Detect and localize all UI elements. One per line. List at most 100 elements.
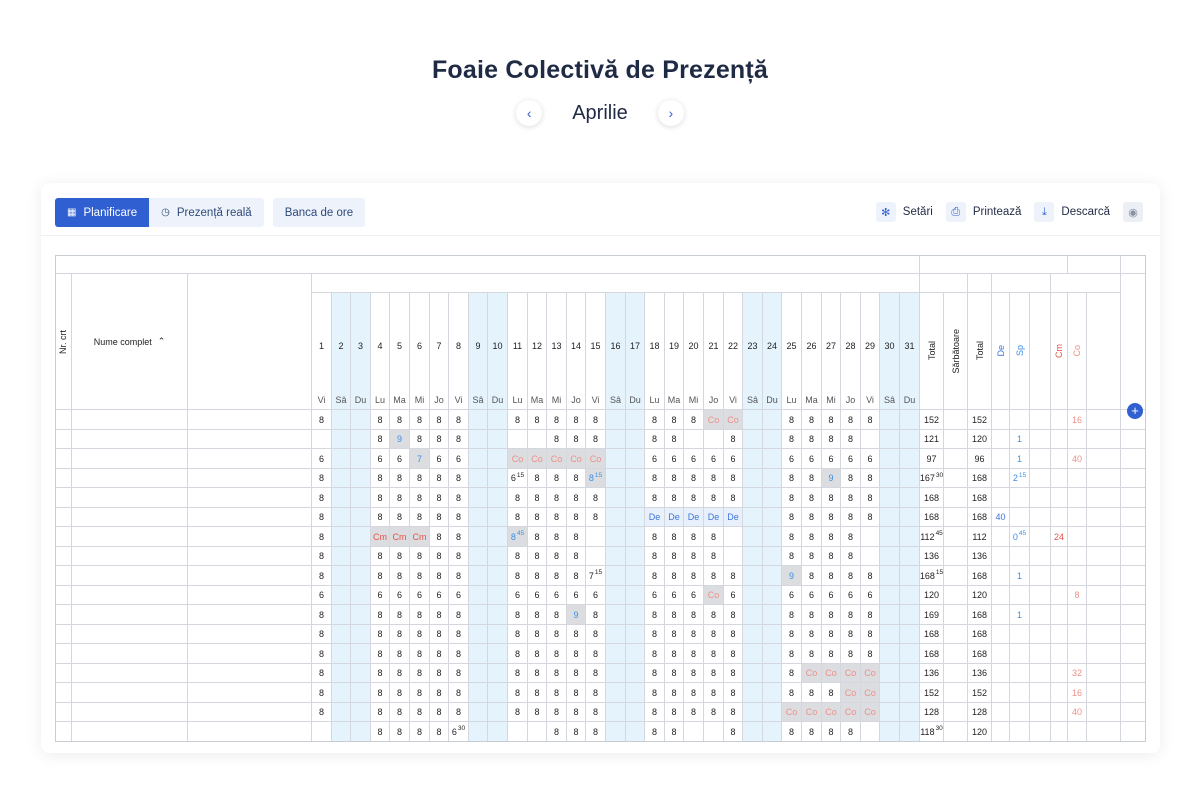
day-cell[interactable] (469, 664, 488, 683)
day-cell[interactable]: 8 (665, 664, 684, 683)
day-cell[interactable]: 8 (371, 703, 390, 722)
day-cell[interactable] (626, 430, 645, 449)
day-cell[interactable] (626, 566, 645, 586)
day-cell[interactable]: 8 (312, 469, 332, 488)
day-cell[interactable]: 6 (704, 449, 724, 469)
day-cell[interactable] (880, 586, 900, 605)
day-cell[interactable]: 8 (430, 527, 449, 547)
employee-name[interactable] (72, 566, 188, 586)
day-cell[interactable] (469, 527, 488, 547)
day-cell[interactable] (880, 644, 900, 664)
day-cell[interactable]: 6 (371, 586, 390, 605)
day-cell[interactable]: 8 (586, 683, 606, 703)
day-cell[interactable] (626, 527, 645, 547)
day-cell[interactable]: 8 (449, 469, 469, 488)
day-cell[interactable]: 8 (782, 508, 802, 527)
day-cell[interactable] (900, 625, 920, 644)
day-cell[interactable]: 8 (841, 566, 861, 586)
day-cell[interactable]: 8 (528, 547, 547, 566)
day-cell[interactable] (743, 488, 763, 508)
day-cell[interactable]: 8 (782, 410, 802, 430)
day-cell[interactable] (488, 703, 508, 722)
day-cell[interactable]: 8 (390, 625, 410, 644)
day-cell[interactable] (351, 430, 371, 449)
day-cell[interactable]: 6 (782, 586, 802, 605)
day-cell[interactable] (880, 683, 900, 703)
day-cell[interactable]: 8 (861, 644, 880, 664)
day-cell[interactable] (763, 508, 782, 527)
day-cell[interactable]: 8 (802, 625, 822, 644)
day-cell[interactable]: 8 (665, 469, 684, 488)
day-cell[interactable]: 8 (567, 683, 586, 703)
day-cell[interactable]: 8 (861, 469, 880, 488)
day-cell[interactable] (724, 547, 743, 566)
day-cell[interactable] (900, 527, 920, 547)
day-cell[interactable]: 8 (312, 547, 332, 566)
day-cell[interactable]: 8 (449, 625, 469, 644)
day-cell[interactable]: 8 (430, 410, 449, 430)
day-cell[interactable] (606, 586, 626, 605)
day-cell[interactable] (351, 449, 371, 469)
day-cell[interactable]: 8 (586, 703, 606, 722)
day-cell[interactable] (606, 683, 626, 703)
day-cell[interactable]: 8 (841, 722, 861, 742)
day-cell[interactable] (332, 469, 351, 488)
day-cell[interactable] (332, 430, 351, 449)
day-cell[interactable]: 8 (802, 566, 822, 586)
day-cell[interactable]: 8 (802, 683, 822, 703)
day-cell[interactable]: 8 (410, 664, 430, 683)
day-cell[interactable]: 8 (586, 664, 606, 683)
day-cell[interactable]: 8 (782, 683, 802, 703)
day-cell[interactable]: 8 (645, 566, 665, 586)
day-cell[interactable]: 8 (547, 644, 567, 664)
day-cell[interactable] (900, 469, 920, 488)
day-cell[interactable]: 8 (390, 644, 410, 664)
day-cell[interactable]: 8 (547, 625, 567, 644)
day-cell[interactable] (606, 722, 626, 742)
day-cell[interactable] (861, 430, 880, 449)
day-cell[interactable] (626, 449, 645, 469)
day-cell[interactable]: 8 (684, 683, 704, 703)
day-cell[interactable] (488, 430, 508, 449)
day-cell[interactable] (880, 508, 900, 527)
header-name[interactable]: Nume complet ⌃ (72, 274, 188, 410)
employee-name[interactable] (72, 644, 188, 664)
day-cell[interactable] (861, 722, 880, 742)
employee-name[interactable] (72, 722, 188, 742)
day-cell[interactable]: 8 (822, 430, 841, 449)
day-cell[interactable]: 8 (802, 469, 822, 488)
day-cell[interactable]: 8 (312, 605, 332, 625)
day-cell[interactable]: 6 (802, 449, 822, 469)
day-cell[interactable] (488, 566, 508, 586)
day-cell[interactable]: 8 (665, 527, 684, 547)
day-cell[interactable]: 8 (645, 488, 665, 508)
day-cell[interactable] (606, 547, 626, 566)
day-cell[interactable]: 8 (449, 410, 469, 430)
day-cell[interactable] (469, 586, 488, 605)
day-cell[interactable] (351, 586, 371, 605)
day-cell[interactable]: 8 (782, 469, 802, 488)
day-cell[interactable] (626, 703, 645, 722)
day-cell[interactable] (743, 664, 763, 683)
day-cell[interactable]: 8 (822, 644, 841, 664)
day-cell[interactable]: 8 (390, 664, 410, 683)
day-cell[interactable]: 8 (390, 508, 410, 527)
day-cell[interactable] (332, 547, 351, 566)
day-cell[interactable]: 6 (665, 586, 684, 605)
day-cell[interactable]: 8 (822, 722, 841, 742)
day-cell[interactable]: Co (841, 683, 861, 703)
day-cell[interactable]: 8 (430, 703, 449, 722)
day-cell[interactable]: 8 (724, 430, 743, 449)
day-cell[interactable] (606, 430, 626, 449)
day-cell[interactable]: 8 (782, 488, 802, 508)
day-cell[interactable]: 8 15 (586, 469, 606, 488)
day-cell[interactable] (626, 664, 645, 683)
day-cell[interactable]: 8 (704, 625, 724, 644)
day-cell[interactable]: 8 (430, 547, 449, 566)
day-cell[interactable]: 6 (528, 586, 547, 605)
day-cell[interactable] (351, 508, 371, 527)
day-cell[interactable]: 8 (665, 644, 684, 664)
day-cell[interactable] (488, 586, 508, 605)
day-cell[interactable]: 8 (684, 625, 704, 644)
day-cell[interactable]: 8 (547, 683, 567, 703)
